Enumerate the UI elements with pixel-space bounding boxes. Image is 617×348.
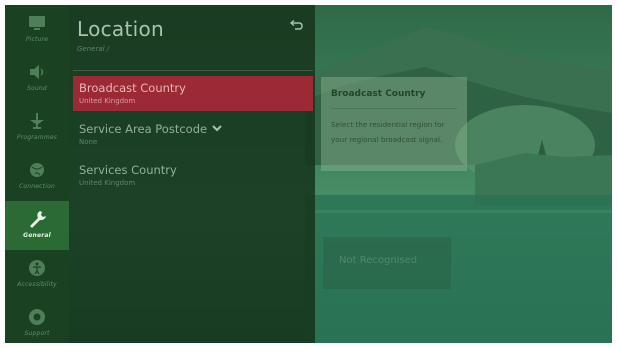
sidebar-item-accessibility[interactable]: Accessibility (5, 250, 69, 299)
speaker-icon (30, 65, 44, 79)
sidebar-item-label: General (23, 232, 51, 239)
menu-item-label: Broadcast Country (79, 81, 186, 95)
menu-item-value: None (79, 138, 98, 146)
divider (73, 70, 313, 71)
tooltip-title: Broadcast Country (331, 89, 426, 99)
sidebar-item-sound[interactable]: Sound (5, 54, 69, 103)
breadcrumb: General / (77, 45, 110, 53)
globe-icon (30, 163, 44, 177)
sidebar-item-label: Picture (25, 36, 49, 43)
help-tooltip: Broadcast Country Select the residential… (321, 77, 467, 171)
sidebar-item-picture[interactable]: Picture (5, 5, 69, 54)
location-settings-panel: Location General / Broadcast Country Uni… (69, 5, 315, 343)
menu-item-value: United Kingdom (79, 97, 136, 105)
menu-item-services-country[interactable]: Services Country United Kingdom (73, 158, 313, 193)
antenna-icon (30, 113, 44, 129)
tv-settings-screen: Picture Sound Programmes Connection Gene… (5, 5, 612, 343)
sidebar-item-support[interactable]: Support (5, 299, 69, 343)
sidebar-item-general[interactable]: General (5, 201, 69, 250)
page-title: Location (77, 17, 164, 41)
background-button-label: Not Recognised (339, 255, 418, 266)
wrench-icon (30, 211, 46, 228)
sidebar-item-label: Programmes (16, 134, 58, 141)
menu-item-label: Service Area Postcode (79, 122, 208, 136)
menu-item-service-area-postcode[interactable]: Service Area Postcode None (73, 117, 313, 152)
chevron-down-icon[interactable] (212, 125, 222, 132)
monitor-icon (29, 16, 45, 30)
sidebar-item-label: Accessibility (17, 281, 57, 288)
support-icon (29, 309, 45, 325)
tooltip-description: Select the residential region for your r… (331, 120, 445, 144)
back-arrow-icon[interactable] (289, 19, 303, 31)
sidebar-item-label: Connection (19, 183, 55, 190)
tooltip-divider (331, 108, 457, 109)
sidebar-item-connection[interactable]: Connection (5, 152, 69, 201)
accessibility-icon (29, 260, 45, 276)
sidebar-item-label: Support (24, 330, 50, 337)
settings-sidebar: Picture Sound Programmes Connection Gene… (5, 5, 69, 343)
menu-item-broadcast-country[interactable]: Broadcast Country United Kingdom (73, 76, 313, 111)
sidebar-item-programmes[interactable]: Programmes (5, 103, 69, 152)
background-button: Not Recognised (323, 237, 451, 289)
menu-item-value: United Kingdom (79, 179, 136, 187)
menu-item-label: Services Country (79, 163, 177, 177)
sidebar-item-label: Sound (27, 85, 47, 92)
